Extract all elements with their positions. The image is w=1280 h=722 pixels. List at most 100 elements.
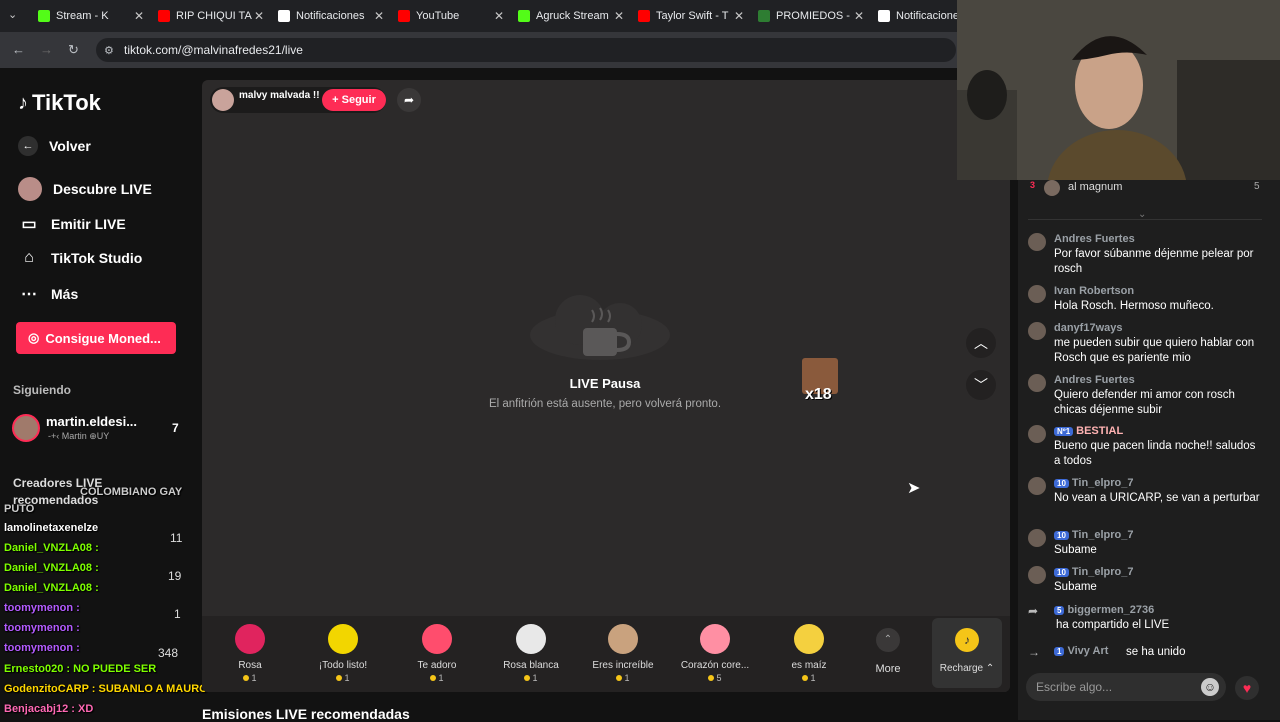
chat-username-text: biggermen_2736 xyxy=(1067,604,1155,616)
tab-close-icon[interactable]: ✕ xyxy=(854,9,864,23)
gift-item[interactable]: ¡Todo listo! 1 xyxy=(298,624,388,683)
gift-item[interactable]: Rosa 1 xyxy=(205,624,295,683)
gift-name: Rosa blanca xyxy=(503,660,559,671)
browser-tab[interactable]: PROMIEDOS - ✕ xyxy=(752,4,870,28)
url-bar[interactable]: tiktok.com/@malvinafredes21/live xyxy=(96,38,956,62)
tiktok-note-icon: ♪ xyxy=(18,91,28,114)
chat-text: Hola Rosch. Hermoso muñeco. xyxy=(1054,300,1214,312)
gift-price-value: 1 xyxy=(438,673,444,683)
gift-price: 1 xyxy=(392,673,482,683)
chat-username[interactable]: 10 Tin_elpro_7 xyxy=(1054,566,1133,578)
chat-username[interactable]: 10 Tin_elpro_7 xyxy=(1054,477,1133,489)
chat-username[interactable]: Andres Fuertes xyxy=(1054,374,1135,386)
back-button[interactable]: ← Volver xyxy=(18,136,91,156)
sidebar-item-go-live[interactable]: ▭ Emitir LIVE xyxy=(18,214,125,234)
chat-username-text: Tin_elpro_7 xyxy=(1071,566,1134,578)
browser-tab[interactable]: RIP CHIQUI TA ✕ xyxy=(152,4,270,28)
chat-avatar[interactable] xyxy=(1028,529,1046,547)
chat-input[interactable]: Escribe algo... xyxy=(1026,673,1226,701)
chat-username[interactable]: 1 Vivy Art xyxy=(1054,645,1108,657)
overlay-chat-message: Daniel_VNZLA08 : xyxy=(4,582,99,594)
chat-avatar[interactable] xyxy=(1028,374,1046,392)
chat-username[interactable]: 10 Tin_elpro_7 xyxy=(1054,529,1133,541)
tab-close-icon[interactable]: ✕ xyxy=(374,9,384,23)
chat-avatar[interactable]: ➦ xyxy=(1028,604,1046,622)
gift-icon xyxy=(516,624,546,654)
chat-username[interactable]: Nº1 BESTIAL xyxy=(1054,425,1123,437)
chat-avatar[interactable] xyxy=(1028,233,1046,251)
host-name[interactable]: malvy malvada !! xyxy=(239,90,320,101)
following-subtitle: -+‹ Martin ⊕UY xyxy=(48,431,110,441)
chat-username[interactable]: 5 biggermen_2736 xyxy=(1054,604,1154,616)
chat-avatar[interactable] xyxy=(1028,425,1046,443)
following-name[interactable]: martin.eldesi... xyxy=(46,414,137,429)
get-coins-button[interactable]: ◎ Consigue Moned... xyxy=(16,322,176,354)
gift-price-value: 1 xyxy=(344,673,350,683)
gift-price-value: 1 xyxy=(532,673,538,683)
host-avatar[interactable] xyxy=(212,89,234,111)
chat-avatar[interactable] xyxy=(1028,566,1046,584)
recharge-button[interactable]: Recharge ⌃ xyxy=(932,663,1002,674)
chat-avatar[interactable] xyxy=(1028,322,1046,340)
heart-icon[interactable]: ♥ xyxy=(1235,676,1259,700)
following-avatar[interactable] xyxy=(12,414,40,442)
coin-icon xyxy=(616,675,623,681)
more-gifts-chevron-icon[interactable]: ⌃ xyxy=(876,628,900,652)
tiktok-logo[interactable]: ♪ TikTok xyxy=(18,90,101,116)
chat-username[interactable]: danyf17ways xyxy=(1054,322,1122,334)
gift-price: 1 xyxy=(205,673,295,683)
chat-avatar[interactable]: → xyxy=(1028,645,1046,663)
chat-avatar[interactable] xyxy=(1028,477,1046,495)
chat-divider xyxy=(1028,219,1262,220)
follow-button[interactable]: + Seguir xyxy=(322,89,386,111)
gift-name: es maíz xyxy=(791,660,827,671)
overlay-chat-message: lamolinetaxenelze xyxy=(4,522,99,534)
forward-arrow-icon[interactable]: → xyxy=(40,42,53,57)
sidebar-item-tiktok-studio[interactable]: ⌂ TikTok Studio xyxy=(18,249,142,267)
browser-tab[interactable]: Stream - K ✕ xyxy=(32,4,150,28)
emoji-icon[interactable]: ☺ xyxy=(1201,678,1219,696)
coin-icon xyxy=(243,675,250,681)
chat-avatar[interactable] xyxy=(1028,285,1046,303)
sidebar-item-more[interactable]: ⋯ Más xyxy=(18,284,78,304)
overlay-chat-message: Daniel_VNZLA08 : xyxy=(4,562,99,574)
user-level-badge: 1 xyxy=(1054,647,1065,656)
browser-tab[interactable]: Taylor Swift - T ✕ xyxy=(632,4,750,28)
gift-item[interactable]: Corazón core... 5 xyxy=(670,624,760,683)
gift-item[interactable]: Eres increíble 1 xyxy=(578,624,668,683)
tab-close-icon[interactable]: ✕ xyxy=(254,9,264,23)
chat-username[interactable]: Ivan Robertson xyxy=(1054,285,1134,297)
share-icon[interactable]: ➦ xyxy=(397,88,421,112)
tab-close-icon[interactable]: ✕ xyxy=(614,9,624,23)
creator-viewer-count: 1 xyxy=(174,607,181,621)
tab-search-icon[interactable]: ⌄ xyxy=(8,8,17,21)
browser-tab[interactable]: YouTube ✕ xyxy=(392,4,510,28)
sidebar-item-label: Descubre LIVE xyxy=(53,181,152,197)
chat-username[interactable]: Andres Fuertes xyxy=(1054,233,1135,245)
tab-close-icon[interactable]: ✕ xyxy=(494,9,504,23)
gift-name: Te adoro xyxy=(417,660,457,671)
chat-username-text: Ivan Robertson xyxy=(1054,285,1135,297)
overlay-chat-message: PUTO xyxy=(4,503,35,515)
browser-tab[interactable]: Notificaciones ✕ xyxy=(272,4,390,28)
tab-favicon-icon xyxy=(518,10,530,22)
sidebar-item-discover-live[interactable]: Descubre LIVE xyxy=(18,177,152,201)
tab-title: Stream - K xyxy=(56,10,109,22)
coin-icon xyxy=(524,675,531,681)
more-gifts-button[interactable]: More xyxy=(858,663,918,675)
reload-icon[interactable]: ↻ xyxy=(68,42,79,58)
previous-live-chevron-up-icon[interactable]: ︿ xyxy=(966,328,996,358)
gift-item[interactable]: Rosa blanca 1 xyxy=(486,624,576,683)
gift-price: 1 xyxy=(298,673,388,683)
chat-text: Por favor súbanme déjenme pelear por ros… xyxy=(1054,248,1254,275)
tab-close-icon[interactable]: ✕ xyxy=(734,9,744,23)
site-info-icon[interactable]: ⚙ xyxy=(104,44,114,57)
tab-close-icon[interactable]: ✕ xyxy=(134,9,144,23)
overlay-chat-message: toomymenon : xyxy=(4,642,80,654)
tab-title: Notificaciones xyxy=(296,10,365,22)
gift-item[interactable]: es maíz 1 xyxy=(764,624,854,683)
gift-item[interactable]: Te adoro 1 xyxy=(392,624,482,683)
browser-tab[interactable]: Agruck Stream ✕ xyxy=(512,4,630,28)
back-arrow-icon[interactable]: ← xyxy=(12,42,25,57)
next-live-chevron-down-icon[interactable]: ﹀ xyxy=(966,370,996,400)
